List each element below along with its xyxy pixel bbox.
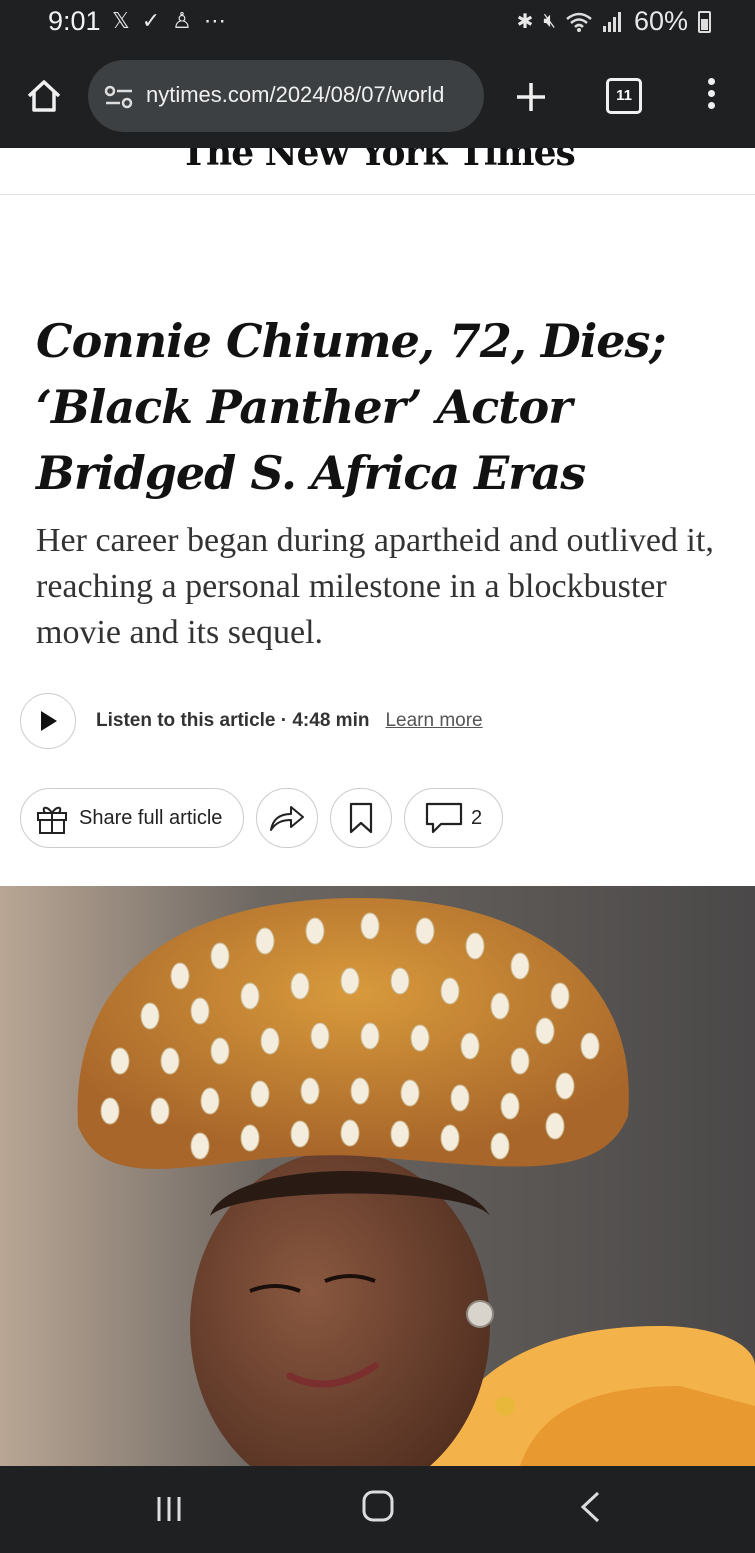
status-left-icons: 𝕏 ✓ ♙ ⋯ xyxy=(112,8,226,34)
share-label: Share full article xyxy=(79,806,223,829)
url-text: nytimes.com/2024/08/07/world xyxy=(146,82,445,107)
photo-portrait xyxy=(0,886,755,1466)
nyt-logo[interactable]: The New York Times xyxy=(0,148,755,174)
comment-count: 2 xyxy=(470,806,483,829)
article-headline: Connie Chiume, 72, Dies; ‘Black Panther’… xyxy=(36,314,666,500)
tab-switcher-button[interactable]: 11 xyxy=(606,78,642,114)
share-full-article-button[interactable]: Share full article xyxy=(20,788,244,848)
system-nav-bar xyxy=(0,1466,755,1553)
article-photo[interactable] xyxy=(0,886,755,1466)
browser-menu-icon[interactable] xyxy=(706,78,716,114)
play-icon xyxy=(41,711,57,731)
status-time: 9:01 xyxy=(48,6,101,36)
play-button[interactable] xyxy=(20,693,76,749)
recent-apps-icon[interactable] xyxy=(154,1494,184,1524)
bluetooth-icon: ✱ xyxy=(516,11,534,33)
battery-icon xyxy=(698,10,711,33)
share-arrow-icon xyxy=(270,806,304,831)
new-tab-icon[interactable] xyxy=(514,80,548,114)
save-button[interactable] xyxy=(330,788,392,848)
listen-bar: Listen to this article · 4:48 min Learn … xyxy=(20,692,483,750)
battery-percent: 60% xyxy=(633,6,688,36)
wifi-icon xyxy=(566,12,592,32)
back-icon[interactable] xyxy=(578,1490,602,1524)
browser-toolbar: nytimes.com/2024/08/07/world 11 xyxy=(0,58,755,133)
learn-more-link[interactable]: Learn more xyxy=(385,710,482,732)
playstation-icon: ♙ xyxy=(172,8,192,33)
comments-button[interactable]: 2 xyxy=(404,788,503,848)
check-icon: ✓ xyxy=(141,8,161,33)
browser-chrome: 9:01 𝕏 ✓ ♙ ⋯ ✱ 🔇︎ 60% nytimes.com/2024/0… xyxy=(0,0,755,148)
url-bar[interactable]: nytimes.com/2024/08/07/world xyxy=(88,60,484,132)
home-icon[interactable] xyxy=(24,76,64,116)
bookmark-icon xyxy=(349,802,373,834)
mute-icon: 🔇︎ xyxy=(543,10,556,32)
gift-icon xyxy=(37,806,67,834)
share-button[interactable] xyxy=(256,788,318,848)
signal-icon xyxy=(602,11,621,32)
site-settings-icon[interactable] xyxy=(104,84,134,110)
article-actions: Share full article 2 xyxy=(20,788,503,848)
more-dots-icon: ⋯ xyxy=(203,8,226,33)
home-nav-icon[interactable] xyxy=(362,1490,394,1522)
listen-label: Listen to this article · 4:48 min xyxy=(96,710,370,731)
article-summary: Her career began during apartheid and ou… xyxy=(36,522,714,651)
x-logo-icon: 𝕏 xyxy=(112,8,130,33)
status-bar: 9:01 𝕏 ✓ ♙ ⋯ ✱ 🔇︎ 60% xyxy=(0,0,755,46)
masthead: The New York Times xyxy=(0,148,755,195)
status-right-icons: ✱ 🔇︎ 60% xyxy=(517,6,711,37)
comment-icon xyxy=(425,802,463,834)
